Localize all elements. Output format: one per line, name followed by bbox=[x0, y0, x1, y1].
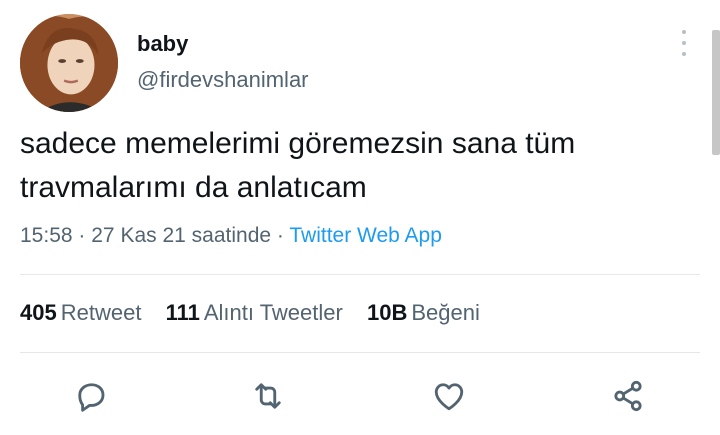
scrollbar[interactable] bbox=[712, 30, 720, 155]
tweet-source-link[interactable]: Twitter Web App bbox=[289, 224, 442, 247]
tweet-text: sadece memelerimi göremezsin sana tüm tr… bbox=[20, 127, 576, 204]
meta-separator: · bbox=[78, 224, 86, 247]
tweet-date[interactable]: 27 Kas 21 saatinde bbox=[91, 224, 271, 247]
tweet-meta: 15:58 · 27 Kas 21 saatinde · Twitter Web… bbox=[20, 224, 442, 248]
retweet-button[interactable] bbox=[248, 376, 288, 416]
reply-icon bbox=[78, 383, 105, 412]
more-options-icon[interactable] bbox=[676, 30, 692, 56]
avatar[interactable] bbox=[20, 14, 118, 112]
retweet-stat[interactable]: 405 Retweet bbox=[20, 300, 141, 325]
divider bbox=[20, 274, 700, 275]
author-username[interactable]: @firdevshanimlar bbox=[137, 67, 309, 93]
tweet-stats: 405 Retweet 111 Alıntı Tweetler 10B Beğeni bbox=[20, 300, 498, 326]
like-stat[interactable]: 10B Beğeni bbox=[367, 300, 480, 325]
share-icon bbox=[614, 380, 642, 412]
like-button[interactable] bbox=[429, 376, 469, 416]
meta-separator: · bbox=[276, 224, 284, 247]
like-icon bbox=[434, 383, 464, 411]
retweet-icon bbox=[255, 383, 281, 409]
share-button[interactable] bbox=[608, 376, 648, 416]
reply-button[interactable] bbox=[71, 376, 111, 416]
tweet-time[interactable]: 15:58 bbox=[20, 224, 73, 247]
divider bbox=[20, 352, 700, 353]
author-display-name[interactable]: baby bbox=[137, 31, 188, 57]
quote-tweet-stat[interactable]: 111 Alıntı Tweetler bbox=[166, 300, 343, 325]
profile-photo-icon bbox=[20, 14, 118, 112]
